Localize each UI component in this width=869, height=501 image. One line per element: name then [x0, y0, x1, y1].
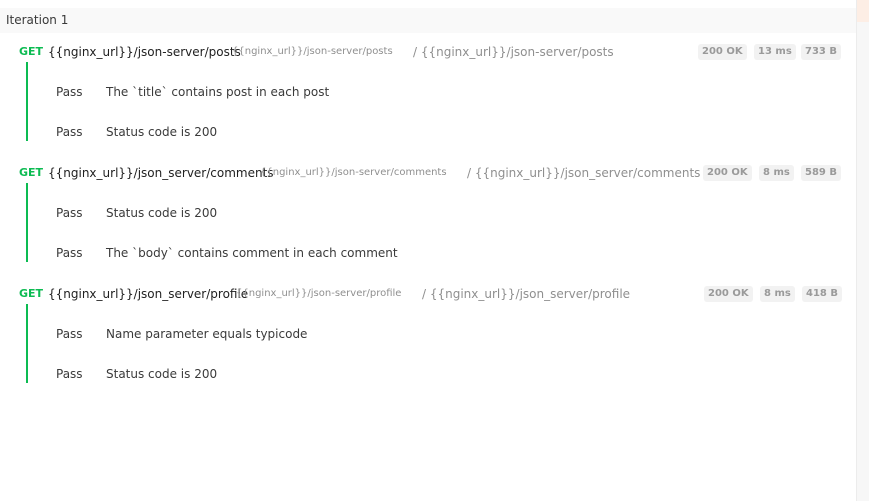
request-url[interactable]: {{nginx_url}}/json_server/comments	[48, 163, 274, 183]
test-name: The `title` contains post in each post	[106, 85, 330, 99]
test-status: Pass	[56, 327, 83, 341]
response-time-badge: 8 ms	[759, 165, 794, 181]
right-side-panel-edge	[856, 0, 869, 501]
request-line[interactable]: GET {{nginx_url}}/json-server/posts {{ng…	[0, 42, 856, 62]
test-status: Pass	[56, 367, 83, 381]
response-time-badge: 8 ms	[760, 286, 795, 302]
request-line[interactable]: GET {{nginx_url}}/json_server/comments {…	[0, 163, 856, 183]
request-method: GET	[19, 287, 44, 300]
request-resolved-url: {{nginx_url}}/json-server/comments	[260, 167, 447, 178]
test-status: Pass	[56, 125, 83, 139]
request-method: GET	[19, 166, 44, 179]
test-result-row: Pass The `body` contains comment in each…	[28, 243, 818, 263]
status-badge: 200 OK	[698, 44, 747, 60]
runner-results-page: Iteration 1 GET {{nginx_url}}/json-serve…	[0, 0, 869, 501]
iteration-header[interactable]: Iteration 1	[0, 8, 856, 33]
test-result-row: Pass The `title` contains post in each p…	[28, 82, 818, 102]
request-url[interactable]: {{nginx_url}}/json_server/profile	[48, 284, 248, 304]
request-path: / {{nginx_url}}/json_server/profile	[422, 287, 631, 301]
test-results: Pass Status code is 200 Pass The `body` …	[26, 183, 828, 262]
request-path: / {{nginx_url}}/json_server/comments	[467, 166, 701, 180]
status-badge: 200 OK	[704, 286, 753, 302]
response-time-badge: 13 ms	[754, 44, 796, 60]
test-name: Name parameter equals typicode	[106, 327, 308, 341]
request-path: / {{nginx_url}}/json-server/posts	[413, 45, 614, 59]
response-size-badge: 589 B	[801, 165, 841, 181]
test-name: Status code is 200	[106, 125, 218, 139]
test-name: Status code is 200	[106, 206, 218, 220]
test-status: Pass	[56, 246, 83, 260]
test-result-row: Pass Name parameter equals typicode	[28, 324, 818, 344]
status-badge: 200 OK	[703, 165, 752, 181]
test-results: Pass Name parameter equals typicode Pass…	[26, 304, 828, 383]
request-line[interactable]: GET {{nginx_url}}/json_server/profile {{…	[0, 284, 856, 304]
request-method: GET	[19, 45, 44, 58]
test-name: Status code is 200	[106, 367, 218, 381]
panel-edge-accent	[857, 0, 869, 22]
request-resolved-url: {{nginx_url}}/json-server/profile	[236, 288, 402, 299]
test-result-row: Pass Status code is 200	[28, 364, 818, 384]
results-panel: Iteration 1 GET {{nginx_url}}/json-serve…	[0, 0, 856, 501]
test-result-row: Pass Status code is 200	[28, 203, 818, 223]
response-size-badge: 733 B	[801, 44, 841, 60]
request-url[interactable]: {{nginx_url}}/json-server/posts	[48, 42, 241, 62]
test-results: Pass The `title` contains post in each p…	[26, 62, 828, 141]
test-status: Pass	[56, 85, 83, 99]
test-result-row: Pass Status code is 200	[28, 122, 818, 142]
test-status: Pass	[56, 206, 83, 220]
response-size-badge: 418 B	[802, 286, 842, 302]
request-resolved-url: {{nginx_url}}/json-server/posts	[232, 46, 393, 57]
test-name: The `body` contains comment in each comm…	[106, 246, 398, 260]
